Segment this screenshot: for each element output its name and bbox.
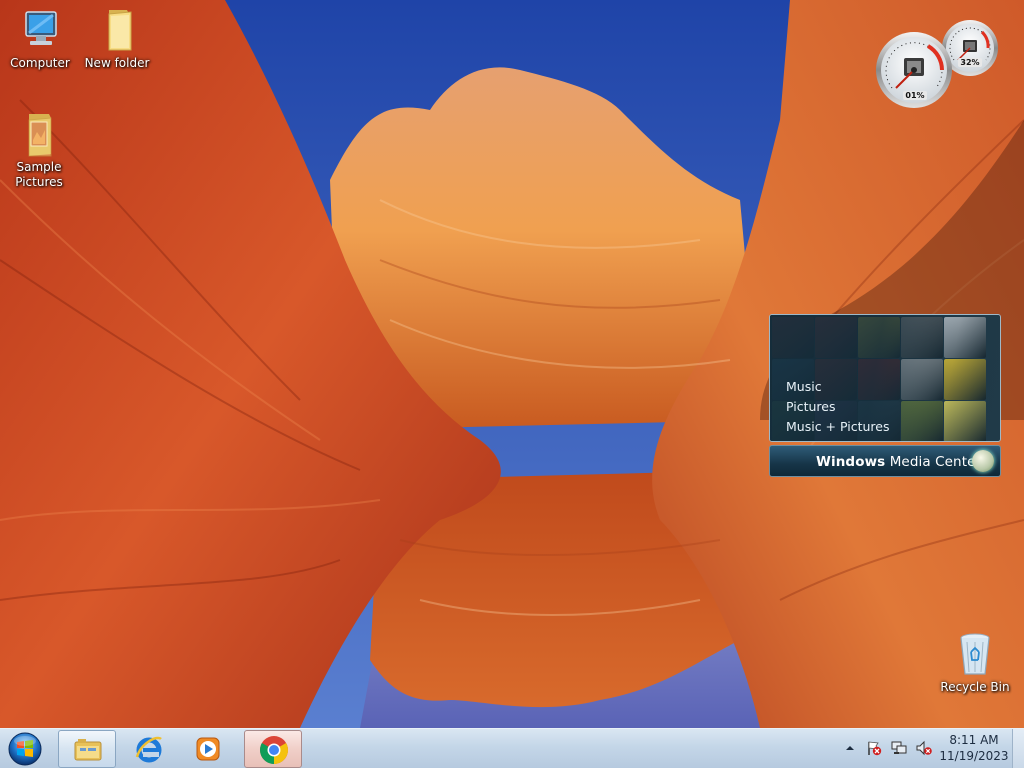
cpu-meter-gadget[interactable]: 01% 32%	[874, 18, 1000, 110]
taskbar-windows-media-player-button[interactable]	[180, 730, 238, 768]
menu-item-pictures[interactable]: Pictures	[786, 397, 890, 417]
menu-item-music[interactable]: Music	[786, 377, 890, 397]
flag-alert-icon	[868, 741, 882, 756]
media-player-icon	[193, 733, 225, 765]
desktop-icon-label: Sample Pictures	[15, 160, 63, 189]
media-center-launch-bar[interactable]: Windows Media Center	[769, 445, 1001, 477]
media-center-title: Windows Media Center	[816, 454, 982, 470]
media-center-gadget[interactable]: Music Pictures Music + Pictures Windows …	[769, 314, 1001, 478]
desktop-icon-recycle-bin[interactable]: Recycle Bin	[937, 630, 1013, 695]
chevron-up-icon	[846, 746, 854, 750]
desktop-icon-label: Recycle Bin	[940, 680, 1010, 694]
windows-logo-icon	[972, 450, 994, 472]
desktop-icon-computer[interactable]: Computer	[2, 6, 78, 71]
volume-tray-icon[interactable]	[916, 740, 932, 756]
internet-explorer-icon	[133, 733, 165, 765]
show-hidden-icons-button[interactable]	[842, 740, 858, 756]
desktop-icon-label: Computer	[10, 56, 70, 70]
clock-date: 11/19/2023	[939, 749, 1009, 763]
recycle-bin-icon	[951, 630, 999, 678]
taskbar-windows-explorer-button[interactable]	[58, 730, 116, 768]
action-center-tray-icon[interactable]	[866, 740, 882, 756]
media-center-menu: Music Pictures Music + Pictures	[786, 377, 890, 437]
taskbar-internet-explorer-button[interactable]	[120, 730, 178, 768]
taskbar: 8:11 AM 11/19/2023	[0, 728, 1024, 768]
show-desktop-button[interactable]	[1012, 729, 1024, 768]
memory-usage-readout: 32%	[958, 58, 982, 67]
cpu-usage-readout: 01%	[903, 91, 927, 100]
desktop-icon-label: New folder	[84, 56, 150, 70]
system-clock[interactable]: 8:11 AM 11/19/2023	[936, 732, 1012, 764]
network-tray-icon[interactable]	[891, 740, 907, 756]
menu-item-music-pictures[interactable]: Music + Pictures	[786, 417, 890, 437]
clock-time: 8:11 AM	[949, 733, 999, 747]
computer-icon	[16, 6, 64, 54]
pictures-folder-icon	[15, 110, 63, 158]
folder-icon	[93, 6, 141, 54]
chrome-icon	[258, 734, 290, 766]
windows-explorer-icon	[72, 734, 104, 766]
network-icon	[891, 741, 907, 754]
start-button[interactable]	[6, 731, 44, 767]
taskbar-google-chrome-button[interactable]	[244, 730, 302, 768]
desktop-icon-new-folder[interactable]: New folder	[79, 6, 155, 71]
volume-muted-icon	[916, 740, 932, 756]
windows-orb-icon	[8, 732, 42, 766]
media-center-thumbnails: Music Pictures Music + Pictures	[769, 314, 1001, 442]
desktop-icon-sample-pictures[interactable]: Sample Pictures	[1, 110, 77, 190]
